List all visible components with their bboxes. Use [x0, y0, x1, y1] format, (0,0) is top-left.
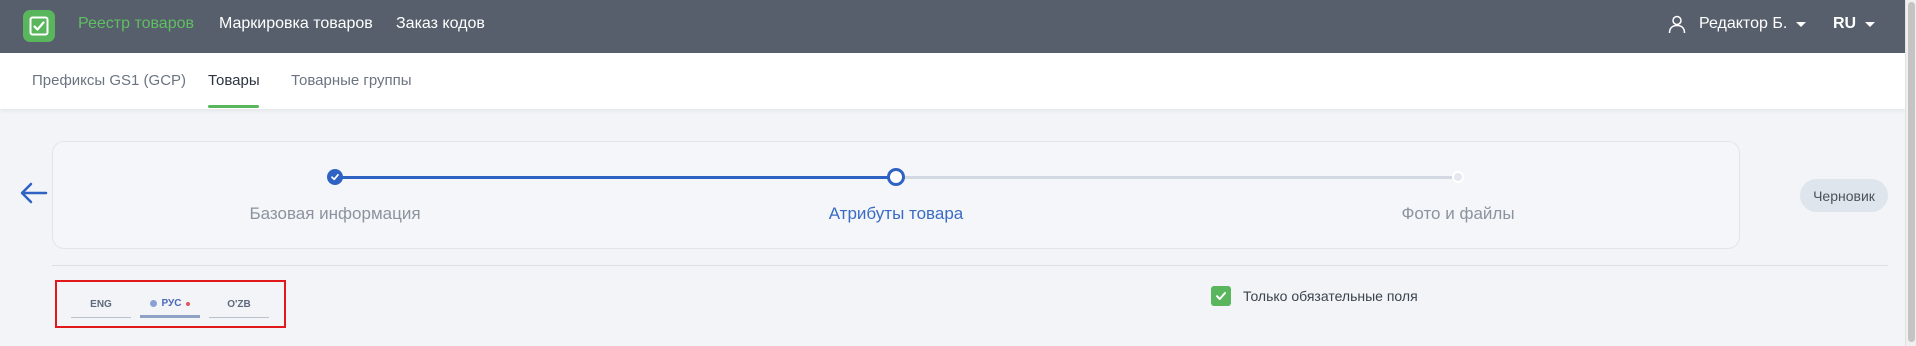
required-fields-only-toggle[interactable]: Только обязательные поля: [1211, 286, 1418, 306]
language-tab-rus[interactable]: РУС: [140, 292, 200, 318]
nav-item-product-marking[interactable]: Маркировка товаров: [219, 15, 373, 33]
check-icon: [331, 173, 339, 181]
chevron-down-icon: [1796, 21, 1807, 27]
step-connector-completed: [335, 176, 896, 179]
language-code: RU: [1833, 15, 1857, 32]
tab-products[interactable]: Товары: [208, 72, 260, 89]
tab-gs1-prefixes[interactable]: Префиксы GS1 (GCP): [32, 72, 186, 89]
step-label-product-attributes[interactable]: Атрибуты товара: [829, 204, 964, 224]
language-tab-uzb[interactable]: O'ZB: [209, 292, 269, 318]
app-logo[interactable]: [23, 10, 55, 42]
required-fields-label: Только обязательные поля: [1243, 288, 1418, 304]
status-badge: Черновик: [1800, 179, 1888, 212]
top-navigation-bar: Реестр товаров Маркировка товаров Заказ …: [0, 0, 1905, 53]
check-icon: [1216, 292, 1226, 300]
required-fields-checkbox[interactable]: [1211, 286, 1231, 306]
required-indicator-icon: [186, 301, 191, 306]
user-menu[interactable]: Редактор Б.: [1667, 14, 1807, 34]
language-tab-label: ENG: [90, 299, 112, 310]
step-pending-marker: [1452, 171, 1464, 183]
scrollbar-thumb[interactable]: [1908, 2, 1915, 342]
back-button[interactable]: [19, 180, 49, 206]
tab-product-groups[interactable]: Товарные группы: [291, 72, 412, 89]
checklist-icon: [29, 16, 49, 36]
language-tab-eng[interactable]: ENG: [71, 292, 131, 318]
chevron-down-icon: [1865, 21, 1876, 27]
step-completed-marker: [327, 169, 343, 185]
progress-stepper: [52, 141, 1740, 249]
active-tab-indicator: [208, 105, 259, 108]
section-divider: [52, 265, 1888, 266]
user-name: Редактор Б.: [1699, 15, 1788, 32]
language-selector[interactable]: RU: [1833, 15, 1876, 33]
section-tabs: Префиксы GS1 (GCP) Товары Товарные групп…: [0, 53, 1905, 109]
active-language-dot-icon: [149, 300, 157, 307]
step-connector-pending: [896, 176, 1458, 179]
language-tab-label: РУС: [161, 298, 182, 309]
step-label-basic-info[interactable]: Базовая информация: [249, 204, 420, 224]
nav-item-code-orders[interactable]: Заказ кодов: [396, 15, 485, 33]
arrow-left-icon: [20, 182, 48, 204]
nav-item-product-registry[interactable]: Реестр товаров: [78, 15, 194, 33]
step-current-marker: [887, 168, 905, 186]
language-tab-label: O'ZB: [227, 299, 251, 310]
user-icon: [1668, 15, 1686, 34]
vertical-scrollbar[interactable]: [1905, 0, 1916, 346]
step-label-photos-files[interactable]: Фото и файлы: [1401, 204, 1514, 224]
